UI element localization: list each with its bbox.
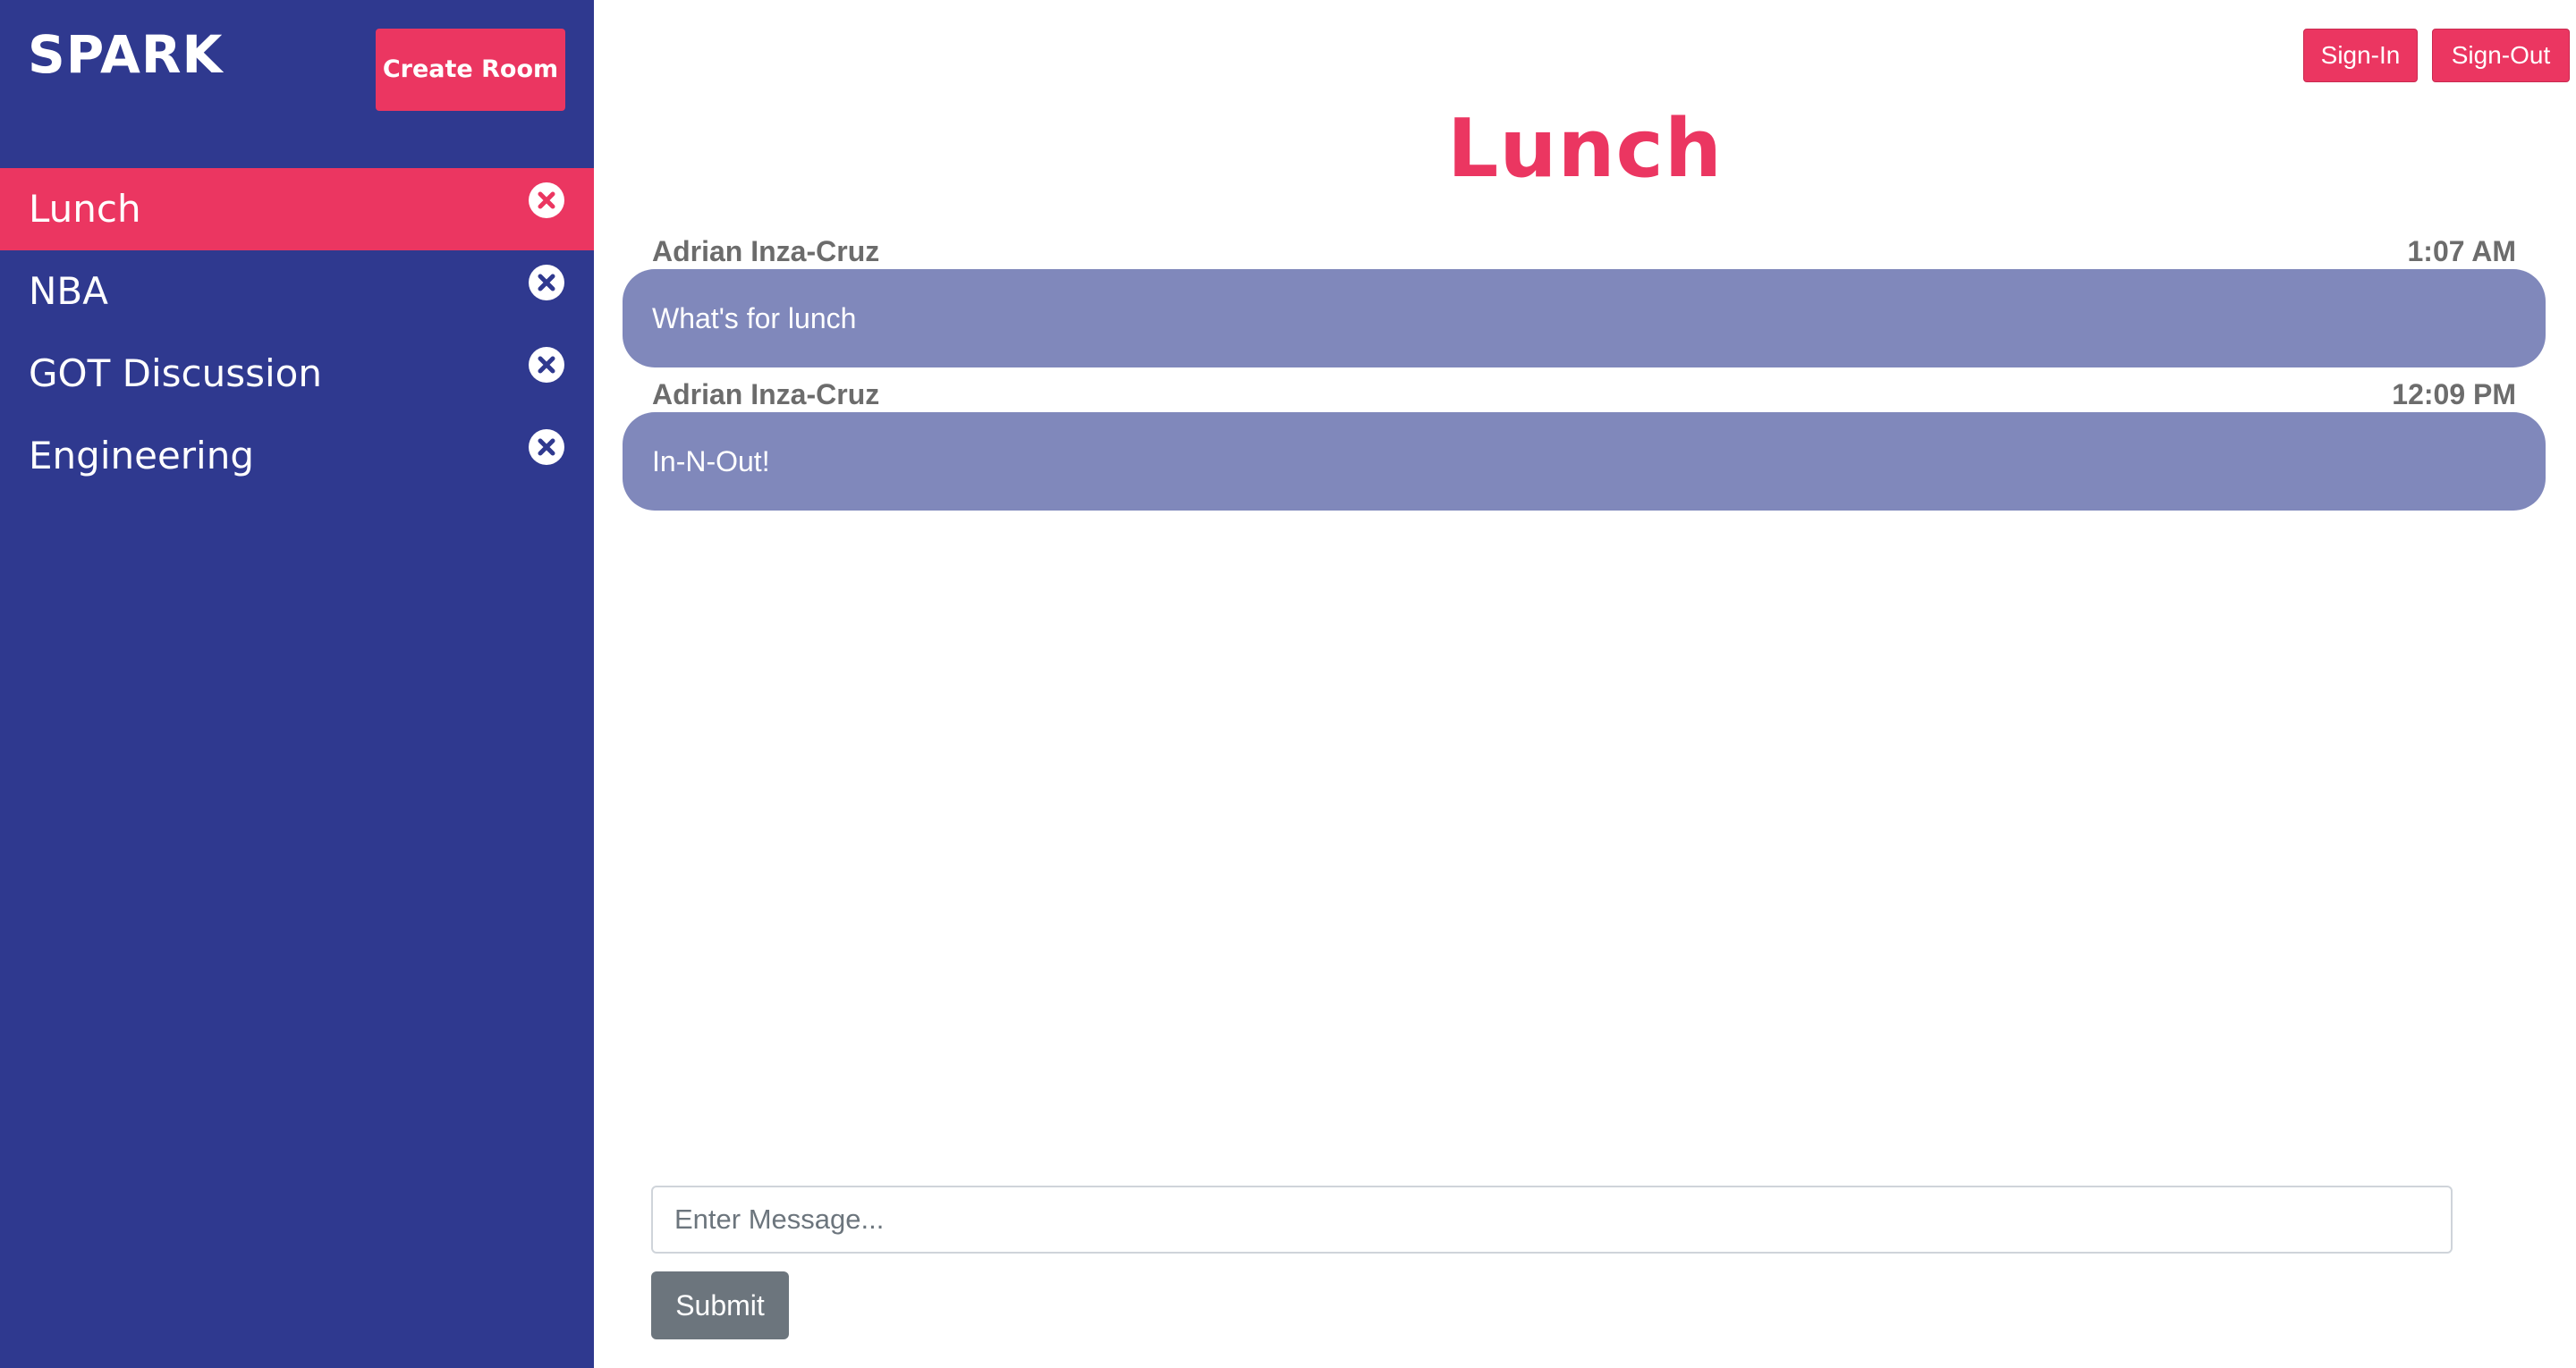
- message-item: Adrian Inza-Cruz 12:09 PM In-N-Out!: [623, 376, 2546, 511]
- sidebar: SPARK Create Room Lunch NBA GOT Discussi…: [0, 0, 594, 1368]
- message-composer: Submit: [651, 1186, 2453, 1339]
- sign-in-button[interactable]: Sign-In: [2303, 29, 2418, 82]
- message-meta: Adrian Inza-Cruz 12:09 PM: [623, 376, 2546, 412]
- sign-out-button[interactable]: Sign-Out: [2432, 29, 2570, 82]
- app-root: SPARK Create Room Lunch NBA GOT Discussi…: [0, 0, 2576, 1368]
- message-item: Adrian Inza-Cruz 1:07 AM What's for lunc…: [623, 233, 2546, 367]
- brand-logo: SPARK: [28, 24, 224, 85]
- room-label: Lunch: [29, 187, 141, 231]
- room-title: Lunch: [1447, 102, 1723, 196]
- close-circle-icon[interactable]: [529, 429, 564, 465]
- close-circle-icon[interactable]: [529, 182, 564, 218]
- create-room-button[interactable]: Create Room: [376, 29, 565, 111]
- message-bubble: In-N-Out!: [623, 412, 2546, 511]
- message-timestamp: 1:07 AM: [2407, 235, 2516, 267]
- room-label: GOT Discussion: [29, 351, 322, 395]
- message-username: Adrian Inza-Cruz: [652, 378, 880, 410]
- chat-panel: Sign-In Sign-Out Lunch Adrian Inza-Cruz …: [594, 0, 2576, 1368]
- room-label: NBA: [29, 269, 108, 313]
- room-item-engineering[interactable]: Engineering: [0, 415, 594, 497]
- message-text: What's for lunch: [652, 302, 857, 334]
- room-item-lunch[interactable]: Lunch: [0, 168, 594, 250]
- message-input[interactable]: [651, 1186, 2453, 1254]
- message-bubble: What's for lunch: [623, 269, 2546, 367]
- message-meta: Adrian Inza-Cruz 1:07 AM: [623, 233, 2546, 269]
- message-timestamp: 12:09 PM: [2392, 378, 2516, 410]
- submit-button[interactable]: Submit: [651, 1271, 789, 1339]
- close-circle-icon[interactable]: [529, 347, 564, 383]
- room-item-got-discussion[interactable]: GOT Discussion: [0, 333, 594, 415]
- message-username: Adrian Inza-Cruz: [652, 235, 880, 267]
- room-item-nba[interactable]: NBA: [0, 250, 594, 333]
- room-list: Lunch NBA GOT Discussion Engineering: [0, 168, 594, 497]
- room-label: Engineering: [29, 434, 254, 477]
- close-circle-icon[interactable]: [529, 265, 564, 300]
- message-text: In-N-Out!: [652, 445, 770, 477]
